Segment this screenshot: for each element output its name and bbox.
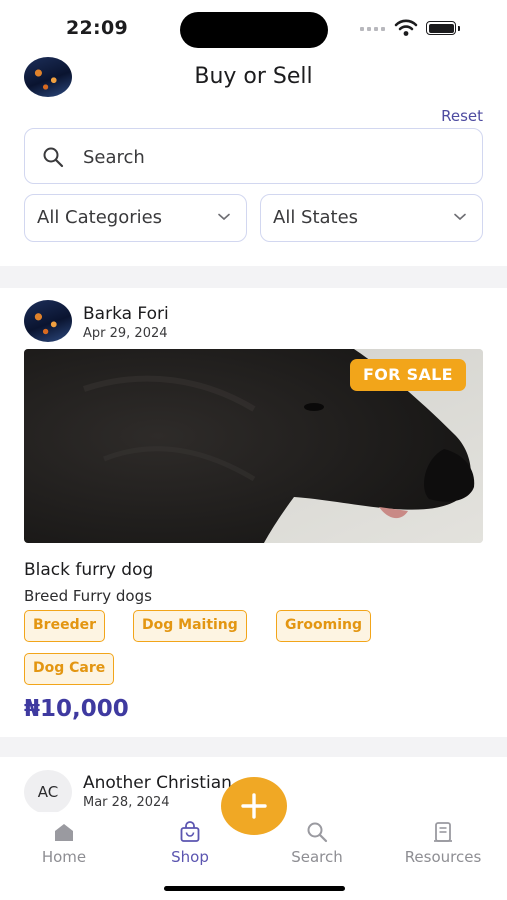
home-icon [55, 824, 73, 841]
wifi-icon [394, 19, 418, 36]
plus-icon [241, 793, 267, 819]
tab-shop-label: Shop [171, 848, 209, 866]
section-divider [0, 266, 507, 288]
tab-search[interactable]: Search [262, 820, 372, 866]
dynamic-island [180, 12, 328, 48]
for-sale-badge: FOR SALE [350, 359, 466, 391]
seller-avatar-initials[interactable]: AC [24, 770, 72, 814]
tab-resources[interactable]: Resources [388, 820, 498, 866]
tag-dog-care[interactable]: Dog Care [24, 653, 115, 685]
battery-tip [458, 26, 460, 31]
battery-icon [426, 21, 456, 35]
tab-shop[interactable]: Shop [135, 820, 245, 866]
page-title: Buy or Sell [194, 64, 313, 89]
state-select-value: All States [273, 207, 359, 228]
search-icon [307, 822, 328, 843]
add-post-button[interactable] [221, 777, 287, 835]
product-title[interactable]: Black furry dog [24, 560, 153, 580]
status-time: 22:09 [66, 17, 128, 39]
tag-breeder[interactable]: Breeder [24, 610, 105, 642]
search-field[interactable] [24, 128, 483, 184]
resources-icon [434, 822, 452, 842]
tag-grooming[interactable]: Grooming [276, 610, 372, 642]
tab-resources-label: Resources [404, 848, 482, 866]
shop-bag-icon [180, 821, 200, 842]
seller-name[interactable]: Another Christian [83, 773, 232, 793]
tab-search-label: Search [291, 848, 343, 866]
status-icons [360, 18, 470, 38]
chevron-down-icon [454, 213, 466, 221]
post-date: Mar 28, 2024 [83, 795, 170, 810]
tab-home-label: Home [41, 848, 87, 866]
product-breed: Breed Furry dogs [24, 587, 152, 605]
product-price: ₦10,000 [24, 696, 129, 722]
search-icon [43, 147, 64, 168]
category-select[interactable]: All Categories [24, 194, 247, 242]
chevron-down-icon [218, 213, 230, 221]
section-divider [0, 737, 507, 757]
tab-home[interactable]: Home [9, 820, 119, 866]
cellular-signal-icon [360, 27, 385, 31]
seller-avatar[interactable] [24, 300, 72, 342]
category-select-value: All Categories [37, 207, 163, 228]
home-indicator[interactable] [164, 886, 345, 891]
seller-name[interactable]: Barka Fori [83, 304, 169, 324]
reset-link[interactable]: Reset [441, 107, 483, 125]
search-input[interactable] [81, 141, 465, 173]
post-date: Apr 29, 2024 [83, 326, 168, 341]
tag-dog-maiting[interactable]: Dog Maiting [133, 610, 247, 642]
status-bar: 22:09 [0, 0, 507, 56]
state-select[interactable]: All States [260, 194, 483, 242]
